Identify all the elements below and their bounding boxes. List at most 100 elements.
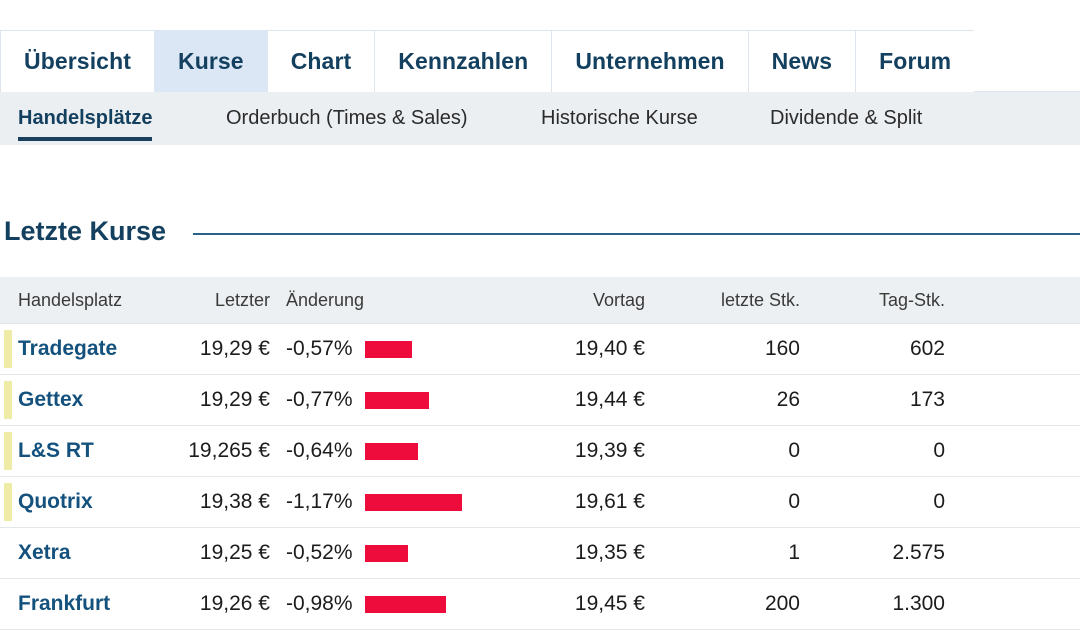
- subnav-item-handelspl-tze[interactable]: Handelsplätze: [18, 92, 152, 130]
- column-header-day-qty: Tag-Stk.: [800, 290, 945, 311]
- change-percent-value: -0,77%: [286, 388, 353, 412]
- cell-previous-close: 19,45 €: [415, 592, 645, 616]
- tab--bersicht[interactable]: Übersicht: [0, 30, 154, 92]
- change-magnitude-bar: [365, 392, 429, 409]
- cell-day-quantity: 1.300: [800, 592, 945, 616]
- page-title: Letzte Kurse: [0, 216, 166, 247]
- cell-change: -0,64%: [270, 439, 415, 463]
- column-header-previous: Vortag: [415, 290, 645, 311]
- cell-day-quantity: 0: [800, 439, 945, 463]
- cell-venue: Quotrix: [0, 490, 180, 514]
- venue-link[interactable]: Tradegate: [18, 337, 117, 360]
- section-divider-rule: [193, 233, 1080, 235]
- subnav-item-dividende-split[interactable]: Dividende & Split: [770, 92, 922, 130]
- table-row[interactable]: L&S RT19,265 €-0,64%19,39 €00: [0, 426, 1080, 477]
- cell-change: -1,17%: [270, 490, 415, 514]
- table-body: Tradegate19,29 €-0,57%19,40 €160602Gette…: [0, 324, 1080, 630]
- tab-label: News: [772, 48, 832, 75]
- change-percent-value: -0,52%: [286, 541, 353, 565]
- cell-last-quantity: 160: [645, 337, 800, 361]
- cell-day-quantity: 0: [800, 490, 945, 514]
- tab-label: Kennzahlen: [398, 48, 528, 75]
- cell-previous-close: 19,39 €: [415, 439, 645, 463]
- subnav-active-underline: [18, 137, 152, 141]
- subnav-item-label: Orderbuch (Times & Sales): [226, 107, 468, 129]
- subnav-item-label: Dividende & Split: [770, 107, 922, 129]
- cell-venue: Gettex: [0, 388, 180, 412]
- tab-label: Chart: [291, 48, 352, 75]
- table-row[interactable]: Xetra 19,25 € -0,52% 19,35 €12.575: [0, 528, 1080, 579]
- cell-previous-close: 19,44 €: [415, 388, 645, 412]
- change-percent-value: -0,64%: [286, 439, 353, 463]
- tab-unternehmen[interactable]: Unternehmen: [551, 30, 747, 92]
- change-percent-value: -1,17%: [286, 490, 353, 514]
- cell-venue: Tradegate: [0, 337, 180, 361]
- cell-previous-close: 19,40 €: [415, 337, 645, 361]
- tab-bar-filler: [974, 30, 1080, 92]
- row-accent-marker: [4, 381, 12, 419]
- venue-link[interactable]: Xetra: [18, 541, 71, 564]
- venue-link[interactable]: L&S RT: [18, 439, 94, 462]
- cell-last-quantity: 26: [645, 388, 800, 412]
- change-magnitude-bar: [365, 596, 446, 613]
- change-magnitude-bar: [365, 443, 418, 460]
- venue-link[interactable]: Gettex: [18, 388, 83, 411]
- subnav-item-label: Historische Kurse: [541, 107, 698, 129]
- primary-tab-bar: Übersicht Kurse Chart Kennzahlen Unternehmen…: [0, 30, 1080, 92]
- tab-label: Forum: [879, 48, 951, 75]
- cell-last-price: 19,29 €: [180, 388, 270, 412]
- change-percent-value: -0,98%: [286, 592, 353, 616]
- change-magnitude-bar: [365, 341, 412, 358]
- table-row[interactable]: Gettex 19,29 € -0,77% 19,44 €26173: [0, 375, 1080, 426]
- cell-day-quantity: 2.575: [800, 541, 945, 565]
- column-header-venue: Handelsplatz: [0, 290, 180, 311]
- subnav-item-label: Handelsplätze: [18, 107, 152, 129]
- cell-day-quantity: 173: [800, 388, 945, 412]
- cell-change: -0,98%: [270, 592, 415, 616]
- cell-last-quantity: 1: [645, 541, 800, 565]
- tab-kennzahlen[interactable]: Kennzahlen: [374, 30, 551, 92]
- tab-chart[interactable]: Chart: [267, 30, 375, 92]
- table-row[interactable]: Quotrix19,38 €-1,17%19,61 €00: [0, 477, 1080, 528]
- table-header-row: Handelsplatz Letzter Änderung Vortag let…: [0, 277, 1080, 324]
- cell-last-price: 19,29 €: [180, 337, 270, 361]
- section-header: Letzte Kurse: [0, 216, 1080, 247]
- change-magnitude-bar: [365, 494, 462, 511]
- column-header-last: Letzter: [180, 290, 270, 311]
- tab-kurse[interactable]: Kurse: [154, 30, 267, 92]
- change-magnitude-bar: [365, 545, 408, 562]
- cell-last-price: 19,25 €: [180, 541, 270, 565]
- tab-label: Unternehmen: [575, 48, 724, 75]
- cell-last-quantity: 0: [645, 439, 800, 463]
- row-accent-marker: [4, 330, 12, 368]
- column-header-change: Änderung: [270, 290, 415, 311]
- venue-link[interactable]: Quotrix: [18, 490, 93, 513]
- column-header-last-qty: letzte Stk.: [645, 290, 800, 311]
- secondary-nav: Handelsplätze Orderbuch (Times & Sales) Hi…: [0, 92, 1080, 145]
- last-prices-table: Handelsplatz Letzter Änderung Vortag let…: [0, 277, 1080, 630]
- subnav-item-historische-kurse[interactable]: Historische Kurse: [541, 92, 698, 130]
- tab-forum[interactable]: Forum: [855, 30, 974, 92]
- cell-day-quantity: 602: [800, 337, 945, 361]
- cell-venue: Xetra: [0, 541, 180, 565]
- table-row[interactable]: Tradegate 19,29 €-0,57%19,40 €160602: [0, 324, 1080, 375]
- cell-venue: Frankfurt: [0, 592, 180, 616]
- cell-previous-close: 19,35 €: [415, 541, 645, 565]
- tab-label: Kurse: [178, 48, 244, 75]
- cell-last-price: 19,265 €: [180, 439, 270, 463]
- cell-last-price: 19,26 €: [180, 592, 270, 616]
- cell-last-quantity: 0: [645, 490, 800, 514]
- venue-link[interactable]: Frankfurt: [18, 592, 110, 615]
- cell-venue: L&S RT: [0, 439, 180, 463]
- tab-news[interactable]: News: [748, 30, 855, 92]
- row-accent-marker: [4, 483, 12, 521]
- cell-change: -0,52%: [270, 541, 415, 565]
- cell-last-price: 19,38 €: [180, 490, 270, 514]
- cell-change: -0,77%: [270, 388, 415, 412]
- cell-last-quantity: 200: [645, 592, 800, 616]
- subnav-item-orderbuch-times-sales[interactable]: Orderbuch (Times & Sales): [226, 92, 468, 130]
- tab-label: Übersicht: [24, 48, 131, 75]
- table-row[interactable]: Frankfurt 19,26 € -0,98% 19,45 €2001.300: [0, 579, 1080, 630]
- cell-change: -0,57%: [270, 337, 415, 361]
- row-accent-marker: [4, 432, 12, 470]
